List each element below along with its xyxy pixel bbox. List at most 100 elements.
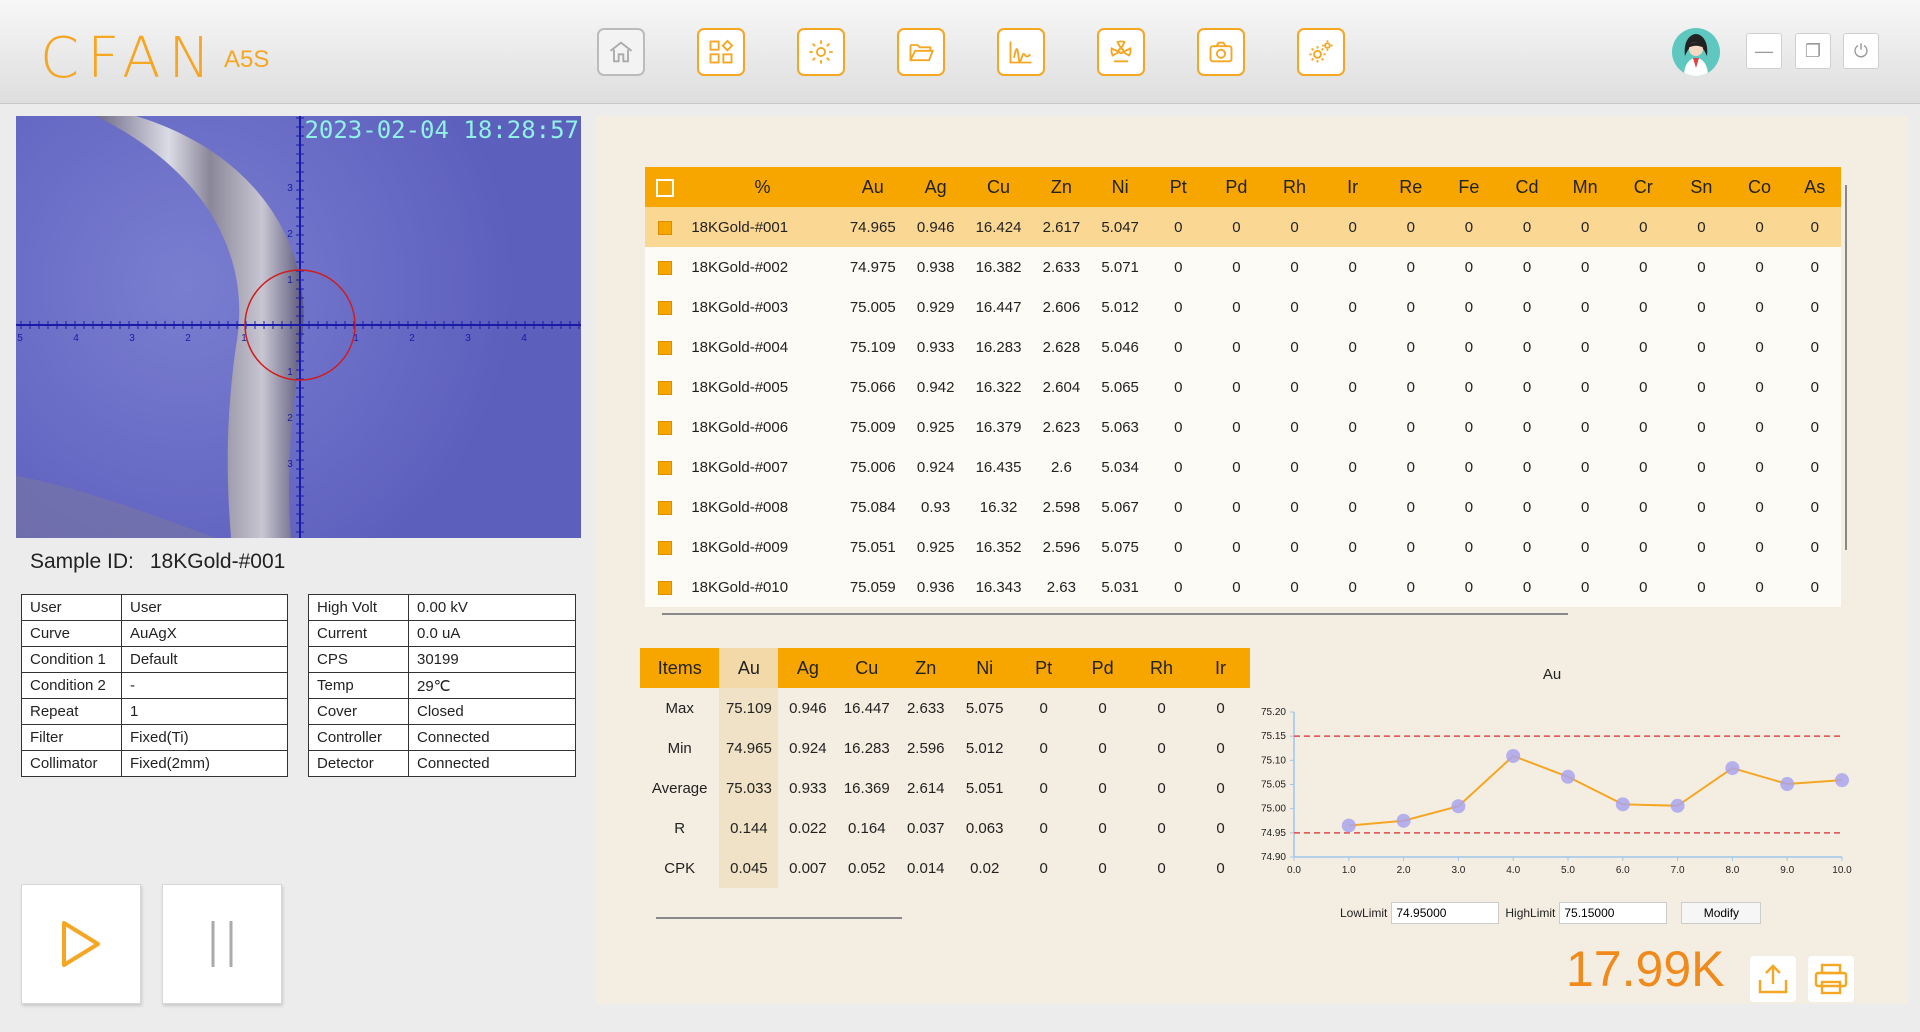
table-cell: 0 bbox=[1439, 447, 1498, 487]
results-horizontal-scrollbar[interactable] bbox=[662, 613, 1568, 615]
results-table-container[interactable]: % Au Ag Cu Zn Ni Pt Pd Rh Ir Re Fe Cd Mn Cr Sn Co As 18KG… bbox=[645, 167, 1841, 607]
restore-button[interactable]: ❐ bbox=[1795, 33, 1831, 69]
table-cell: 0 bbox=[1614, 367, 1673, 407]
settings-icon[interactable] bbox=[797, 28, 845, 76]
data-point[interactable] bbox=[1561, 769, 1575, 784]
table-row[interactable]: 18KGold-#007 75.006 0.924 16.435 2.6 5.034 0 0 0… bbox=[645, 447, 1841, 487]
column-header[interactable]: Fe bbox=[1439, 167, 1498, 207]
stats-column-header[interactable]: Ir bbox=[1191, 648, 1250, 688]
table-cell: 0 bbox=[1265, 567, 1324, 607]
data-point[interactable] bbox=[1396, 813, 1411, 828]
row-checkbox[interactable] bbox=[645, 367, 686, 407]
stats-column-header[interactable]: Pt bbox=[1014, 648, 1074, 688]
column-header[interactable]: Ag bbox=[906, 167, 966, 207]
row-checkbox[interactable] bbox=[645, 527, 686, 567]
radiation-icon[interactable] bbox=[1097, 28, 1145, 76]
table-row[interactable]: 18KGold-#003 75.005 0.929 16.447 2.606 5.012 0… bbox=[645, 287, 1841, 327]
data-point[interactable] bbox=[1341, 818, 1356, 833]
low-limit-input[interactable] bbox=[1391, 902, 1500, 924]
start-button[interactable] bbox=[21, 884, 141, 1004]
table-cell: 5.065 bbox=[1091, 367, 1150, 407]
row-checkbox[interactable] bbox=[645, 447, 686, 487]
table-cell: 0 bbox=[1207, 247, 1266, 287]
row-checkbox[interactable] bbox=[645, 207, 686, 247]
print-button[interactable] bbox=[1808, 956, 1854, 1002]
column-header[interactable]: Au bbox=[839, 167, 906, 207]
table-cell: 0 bbox=[1788, 247, 1841, 287]
chart-title: Au bbox=[1543, 666, 1561, 683]
column-header[interactable]: % bbox=[685, 167, 840, 207]
camera-view[interactable]: 5 4 3 2 1 1 2 3 4 3 2 1 1 2 3 2023-02-04 18:28:57 bbox=[16, 116, 581, 538]
statistics-horizontal-scrollbar[interactable] bbox=[656, 917, 902, 919]
stats-column-header[interactable]: Au bbox=[719, 648, 779, 688]
table-cell: 0 bbox=[1614, 487, 1673, 527]
table-cell: 0 bbox=[1788, 487, 1841, 527]
column-header[interactable]: Zn bbox=[1031, 167, 1092, 207]
stats-column-header[interactable]: Items bbox=[640, 648, 720, 688]
table-cell: 0 bbox=[1730, 207, 1789, 247]
pause-button[interactable] bbox=[162, 884, 282, 1004]
column-header[interactable]: Co bbox=[1730, 167, 1789, 207]
stats-column-header[interactable]: Pd bbox=[1073, 648, 1133, 688]
sample-name-cell: 18KGold-#008 bbox=[685, 487, 840, 527]
data-point[interactable] bbox=[1780, 777, 1795, 792]
stats-column-header[interactable]: Ni bbox=[955, 648, 1015, 688]
table-row[interactable]: 18KGold-#009 75.051 0.925 16.352 2.596 5.075 0… bbox=[645, 527, 1841, 567]
table-row[interactable]: 18KGold-#004 75.109 0.933 16.283 2.628 5.046 0… bbox=[645, 327, 1841, 367]
column-header[interactable]: Mn bbox=[1556, 167, 1615, 207]
table-cell: 5.047 bbox=[1091, 207, 1150, 247]
table-cell: 2.633 bbox=[1031, 247, 1092, 287]
column-header[interactable]: Pd bbox=[1207, 167, 1266, 207]
row-checkbox[interactable] bbox=[645, 567, 686, 607]
row-checkbox[interactable] bbox=[645, 327, 686, 367]
table-row[interactable]: 18KGold-#005 75.066 0.942 16.322 2.604 5.065 0… bbox=[645, 367, 1841, 407]
table-row[interactable]: 18KGold-#002 74.975 0.938 16.382 2.633 5.071 0… bbox=[645, 247, 1841, 287]
data-point[interactable] bbox=[1615, 797, 1630, 812]
high-limit-input[interactable] bbox=[1559, 902, 1668, 924]
row-checkbox[interactable] bbox=[645, 487, 686, 527]
column-header[interactable]: Cu bbox=[965, 167, 1032, 207]
column-header[interactable]: Pt bbox=[1149, 167, 1208, 207]
spectrum-chart-icon[interactable] bbox=[997, 28, 1045, 76]
data-point[interactable] bbox=[1451, 799, 1466, 814]
column-header[interactable]: Re bbox=[1381, 167, 1440, 207]
home-icon[interactable] bbox=[597, 28, 645, 76]
data-point[interactable] bbox=[1506, 748, 1521, 763]
minimize-button[interactable]: — bbox=[1746, 33, 1782, 69]
user-avatar[interactable] bbox=[1672, 28, 1720, 76]
camera-icon[interactable] bbox=[1197, 28, 1245, 76]
column-header[interactable]: As bbox=[1788, 167, 1841, 207]
column-header[interactable]: Ni bbox=[1091, 167, 1150, 207]
apps-icon[interactable] bbox=[697, 28, 745, 76]
row-checkbox[interactable] bbox=[645, 247, 686, 287]
table-row[interactable]: 18KGold-#008 75.084 0.93 16.32 2.598 5.067 0 0 0… bbox=[645, 487, 1841, 527]
row-checkbox[interactable] bbox=[645, 287, 686, 327]
checkbox-icon bbox=[658, 220, 673, 235]
advanced-settings-icon[interactable] bbox=[1297, 28, 1345, 76]
data-point[interactable] bbox=[1835, 773, 1849, 788]
table-row[interactable]: 18KGold-#001 74.965 0.946 16.424 2.617 5.047 0… bbox=[645, 207, 1841, 247]
column-header[interactable]: Cr bbox=[1614, 167, 1673, 207]
column-header[interactable]: Sn bbox=[1672, 167, 1731, 207]
run-info-label: Condition 2 bbox=[21, 672, 122, 699]
stats-column-header[interactable]: Ag bbox=[778, 648, 838, 688]
results-vertical-scrollbar[interactable] bbox=[1845, 185, 1847, 550]
column-header[interactable]: Ir bbox=[1323, 167, 1382, 207]
stats-column-header[interactable]: Zn bbox=[896, 648, 956, 688]
data-point[interactable] bbox=[1725, 761, 1740, 776]
column-header[interactable]: Cd bbox=[1497, 167, 1557, 207]
stats-column-header[interactable]: Cu bbox=[837, 648, 897, 688]
stats-cell: 0 bbox=[1216, 819, 1225, 837]
modify-button[interactable]: Modify bbox=[1681, 902, 1762, 924]
row-checkbox[interactable] bbox=[645, 407, 686, 447]
folder-open-icon[interactable] bbox=[897, 28, 945, 76]
export-button[interactable] bbox=[1750, 956, 1796, 1002]
table-row[interactable]: 18KGold-#006 75.009 0.925 16.379 2.623 5.063 0… bbox=[645, 407, 1841, 447]
column-header[interactable]: Rh bbox=[1265, 167, 1324, 207]
table-row[interactable]: 18KGold-#010 75.059 0.936 16.343 2.63 5.031 0 0… bbox=[645, 567, 1841, 607]
select-all-checkbox[interactable] bbox=[645, 167, 686, 207]
power-button[interactable]: ⏻ bbox=[1843, 33, 1879, 69]
stats-column-header[interactable]: Rh bbox=[1132, 648, 1192, 688]
table-cell: 2.63 bbox=[1031, 567, 1092, 607]
data-point[interactable] bbox=[1670, 798, 1685, 813]
